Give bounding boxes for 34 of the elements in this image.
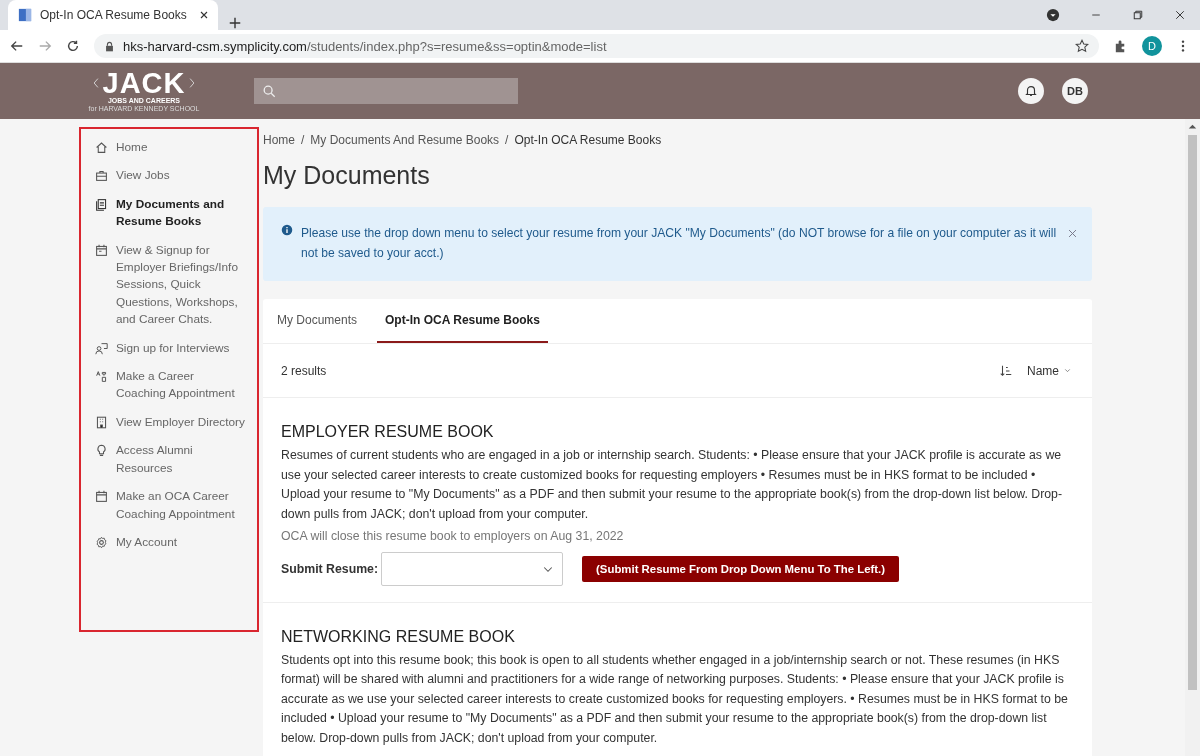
submit-label: Submit Resume: <box>281 561 379 576</box>
book-description: Students opt into this resume book; this book is open to all students whether engaged in a job/internship search or not. These resumes (in HKS format) will be shared with alumni and practitioners for a wide range of networking purposes. Students: • Please ensure that your JACK profile is accurate as we use your selected career interests to create customized books for requesting employers. • Resumes must be in HKS format to be included • Upload your resume to "My Documents" as a PDF and then submit your resume to the appropriate book(s) from the drop-down list below. Drop-down pulls from JACK; don't upload from your computer. <box>281 651 1069 747</box>
closing-note: OCA will close this resume book to employers on Aug 31, 2022 <box>281 528 625 545</box>
breadcrumb-link[interactable]: Home <box>263 133 295 147</box>
url-text: hks-harvard-csm.symplicity.com/students/index.php?s=resume&ss=optin&mode=list <box>123 38 607 54</box>
browser-tab[interactable]: Opt-In OCA Resume Books <box>8 0 218 30</box>
breadcrumb-separator: / <box>505 133 509 147</box>
nav-item[interactable]: Make an OCA Career Coaching Appointment <box>95 488 247 523</box>
results-count: 2 results <box>281 363 327 378</box>
nav-item[interactable]: View Jobs <box>95 167 247 185</box>
book-description: Resumes of current students who are engaged in a job or internship search. Students: • Please ensure that your JACK profile is accurate as we use your selected career interests to create customized books for requesting employers • Resumes must be in HKS format to be included • Upload your resume to "My Documents" as a PDF and then submit your resume to the appropriate book(s) from the drop-down list below. Drop-down pulls from JACK; don't upload from your computer. <box>281 447 1064 523</box>
page-title: My Documents <box>263 161 431 190</box>
nav-item[interactable]: Access Alumni Resources <box>95 442 247 478</box>
book-title: EMPLOYER RESUME BOOK <box>281 423 495 441</box>
tab[interactable]: My Documents <box>269 299 366 343</box>
alert-message: Please use the drop down menu to select your resume from your JACK "My Documents" (do NOT browse for a file on your computer as it will not be saved to your acct.) <box>301 225 1058 262</box>
profile-avatar[interactable]: D <box>1142 36 1162 56</box>
nav-item[interactable]: Sign up for Interviews <box>95 339 247 358</box>
book-title: NETWORKING RESUME BOOK <box>281 627 516 646</box>
sort-dropdown[interactable]: Name <box>1027 363 1072 378</box>
nav-item[interactable]: Make a Career Coaching Appointment <box>95 368 247 403</box>
nav-item[interactable]: View Employer Directory <box>95 413 247 432</box>
nav-item[interactable]: Home <box>95 139 247 157</box>
nav-item[interactable]: View & Signup for Employer Briefings/Info Sessions, Quick Questions, Workshops, and Career Chats. <box>95 241 247 329</box>
tab[interactable]: Opt-In OCA Resume Books <box>377 299 548 343</box>
address-bar[interactable]: hks-harvard-csm.symplicity.com/students/index.php?s=resume&ss=optin&mode=list <box>94 34 1099 58</box>
nav-item[interactable]: My Account <box>95 533 247 552</box>
breadcrumb-link[interactable]: My Documents And Resume Books <box>310 133 500 147</box>
breadcrumb-separator: / <box>301 133 305 147</box>
submit-button[interactable]: (Submit Resume From Drop Down Menu To The Left.) <box>582 555 899 582</box>
user-avatar[interactable]: DB <box>1062 78 1088 104</box>
nav-item[interactable]: My Documents and Resume Books <box>95 195 247 231</box>
breadcrumb-current: Opt-In OCA Resume Books <box>514 133 662 147</box>
logo-text: JACK <box>102 69 186 97</box>
